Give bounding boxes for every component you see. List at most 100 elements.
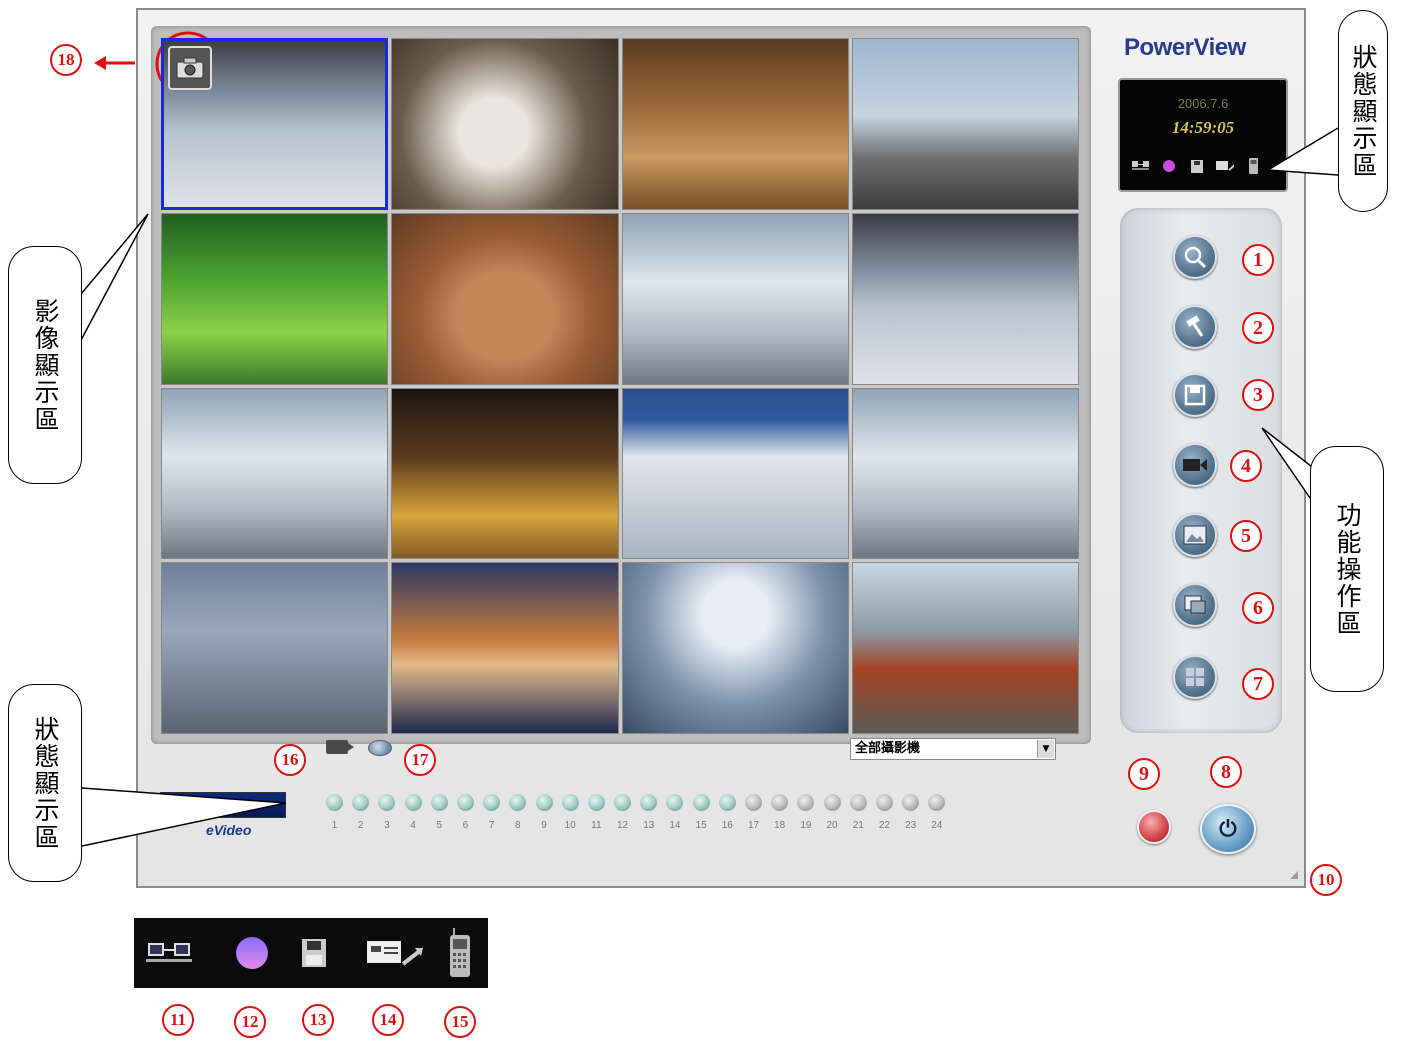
channel-number: 10: [564, 820, 576, 831]
save-icon: [1188, 158, 1206, 174]
channel-led-3[interactable]: 3: [378, 794, 396, 831]
channel-led-18[interactable]: 18: [771, 794, 789, 831]
marker-7: 7: [1242, 668, 1274, 700]
video-camera-icon: [1183, 459, 1207, 471]
camera-view-11[interactable]: [621, 387, 849, 560]
channel-number: 15: [695, 820, 707, 831]
channel-number: 1: [331, 820, 338, 831]
status-display-panel: 2006.7.6 14:59:05: [1118, 78, 1288, 192]
brand-logo: PowerView: [1124, 34, 1246, 61]
floppy-save-icon: [1184, 384, 1206, 406]
save-icon: [296, 918, 332, 988]
channel-number: 6: [462, 820, 469, 831]
camera-view-9[interactable]: [161, 387, 389, 560]
camera-view-4[interactable]: [851, 38, 1079, 210]
camera-view-3[interactable]: [621, 38, 849, 210]
camera-view-12[interactable]: [851, 387, 1079, 560]
mobile-phone-icon: [440, 918, 480, 988]
camera-select-value: 全部攝影機: [855, 741, 921, 756]
picture-button[interactable]: [1173, 513, 1217, 557]
channel-number: 22: [878, 820, 890, 831]
camera-view-6[interactable]: [391, 212, 619, 385]
marker-16: 16: [274, 744, 306, 776]
channel-number: 20: [826, 820, 838, 831]
marker-8: 8: [1210, 756, 1242, 788]
save-button[interactable]: [1173, 373, 1217, 417]
channel-led-2[interactable]: 2: [352, 794, 370, 831]
channel-led-14[interactable]: 14: [666, 794, 684, 831]
camera-select-dropdown[interactable]: 全部攝影機 ▼: [850, 738, 1056, 760]
channel-number: 4: [410, 820, 416, 831]
marker-18: 18: [50, 44, 82, 76]
channel-number: 7: [488, 820, 495, 831]
channel-led-1[interactable]: 1: [326, 794, 343, 831]
network-icon: [1132, 158, 1150, 174]
search-button[interactable]: [1173, 235, 1217, 279]
channel-led-23[interactable]: 23: [902, 794, 920, 831]
channel-number: 21: [852, 820, 864, 831]
chevron-down-icon[interactable]: ▼: [1037, 740, 1054, 758]
channel-number: 12: [617, 820, 629, 831]
alert-transfer-icon: [362, 918, 428, 988]
channel-number: 2: [357, 820, 364, 831]
marker-12: 12: [234, 1006, 266, 1038]
channel-led-7[interactable]: 7: [483, 794, 501, 831]
camera-view-10[interactable]: [391, 387, 619, 560]
channel-led-15[interactable]: 15: [692, 794, 710, 831]
callout-status-bottom: 狀態顯示區: [8, 684, 82, 882]
snapshot-camera-icon[interactable]: [168, 46, 212, 90]
channel-number: 13: [643, 820, 655, 831]
recording-indicator-icon: [232, 918, 272, 988]
channel-led-24[interactable]: 24: [928, 794, 946, 831]
channel-number: 16: [721, 820, 733, 831]
channel-led-20[interactable]: 20: [823, 794, 841, 831]
channel-led-16[interactable]: 16: [718, 794, 736, 831]
channel-led-11[interactable]: 11: [587, 794, 605, 831]
video-display-area: [161, 38, 1079, 734]
marker-5: 5: [1230, 520, 1262, 552]
channel-led-21[interactable]: 21: [849, 794, 867, 831]
channel-led-6[interactable]: 6: [456, 794, 474, 831]
camera-view-2[interactable]: [391, 38, 619, 210]
network-icon: [142, 918, 198, 988]
camera-view-13[interactable]: [161, 562, 389, 734]
settings-button[interactable]: [1173, 305, 1217, 349]
channel-led-8[interactable]: 8: [509, 794, 527, 831]
channel-number: 19: [800, 820, 812, 831]
camera-view-15[interactable]: [621, 562, 849, 734]
marker-9: 9: [1128, 758, 1160, 790]
channel-led-12[interactable]: 12: [614, 794, 632, 831]
playback-icon: [1184, 595, 1206, 614]
marker-2: 2: [1242, 312, 1274, 344]
channel-led-22[interactable]: 22: [875, 794, 893, 831]
status-icons-legend: [134, 918, 488, 988]
layout-button[interactable]: [1173, 655, 1217, 699]
camera-view-7[interactable]: [621, 212, 849, 385]
channel-indicators: 1 2 3 4 5 6 7 8 9 10 11 12 13 14 15 16 17 18 19 20 21 22 23 24: [326, 794, 946, 831]
power-icon: ⏻: [1219, 816, 1237, 842]
marker-17: 17: [404, 744, 436, 776]
resize-grip[interactable]: [1290, 871, 1298, 879]
alarm-button[interactable]: [1137, 810, 1171, 844]
camera-view-16[interactable]: [851, 562, 1079, 734]
recording-status-icon: [326, 740, 354, 754]
channel-number: 8: [515, 820, 521, 831]
channel-number: 17: [747, 820, 760, 831]
channel-led-19[interactable]: 19: [797, 794, 815, 831]
camera-view-8[interactable]: [851, 212, 1079, 385]
channel-led-9[interactable]: 9: [535, 794, 553, 831]
network-status-icon: [368, 740, 392, 756]
playback-button[interactable]: [1173, 583, 1217, 627]
record-button[interactable]: [1173, 443, 1217, 487]
channel-led-13[interactable]: 13: [640, 794, 658, 831]
marker-15: 15: [444, 1006, 476, 1038]
channel-led-5[interactable]: 5: [430, 794, 448, 831]
channel-number: 11: [591, 820, 602, 831]
power-button[interactable]: ⏻: [1200, 804, 1256, 854]
channel-led-10[interactable]: 10: [561, 794, 579, 831]
camera-view-5[interactable]: [161, 212, 389, 385]
channel-number: 14: [669, 820, 681, 831]
channel-led-17[interactable]: 17: [745, 794, 762, 831]
channel-led-4[interactable]: 4: [404, 794, 422, 831]
camera-view-14[interactable]: [391, 562, 619, 734]
